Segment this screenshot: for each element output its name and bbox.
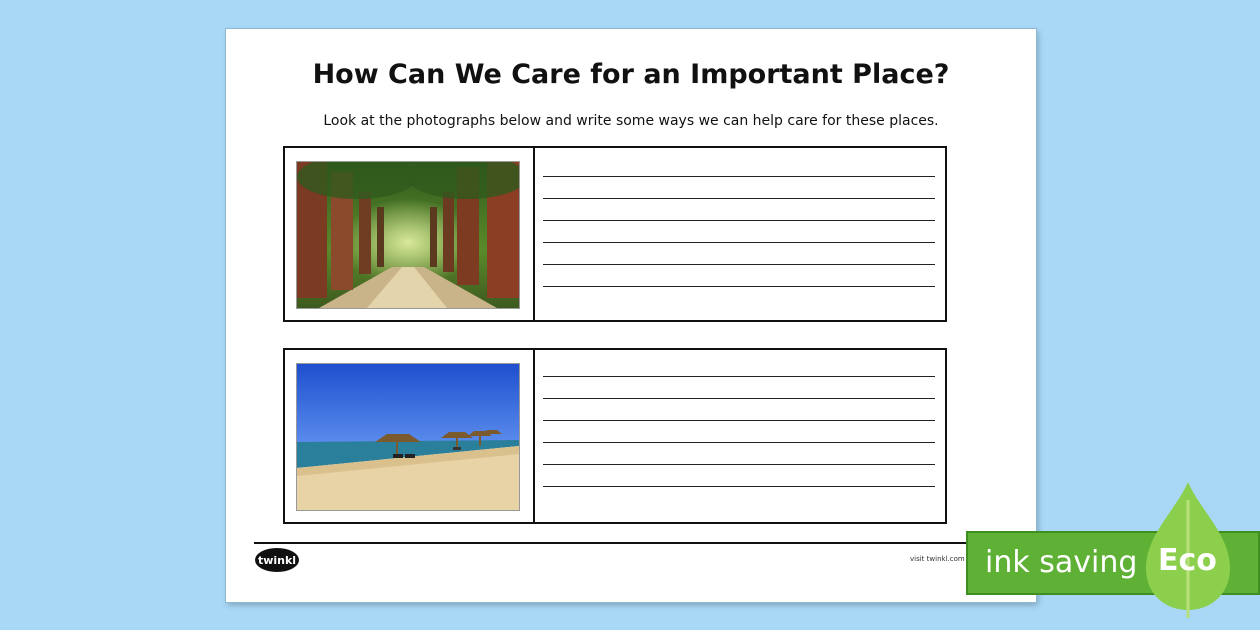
writing-line xyxy=(543,486,935,487)
footer-url[interactable]: visit twinkl.com xyxy=(910,555,965,563)
photo-cell xyxy=(285,350,535,522)
worksheet-instructions: Look at the photographs below and write … xyxy=(323,113,939,129)
beach-photo xyxy=(297,364,519,510)
activity-row-beach xyxy=(283,348,947,524)
writing-line xyxy=(543,286,935,287)
twinkl-logo: twinkl xyxy=(254,547,300,573)
writing-line xyxy=(543,264,935,265)
writing-line xyxy=(543,420,935,421)
eco-label: Eco xyxy=(1158,543,1217,578)
ink-saving-text: ink saving xyxy=(985,545,1138,580)
writing-line xyxy=(543,176,935,177)
writing-line xyxy=(543,376,935,377)
writing-area[interactable] xyxy=(535,350,945,522)
writing-line xyxy=(543,242,935,243)
footer-divider xyxy=(254,542,1008,544)
svg-text:twinkl: twinkl xyxy=(258,554,296,567)
forest-photo xyxy=(297,162,519,308)
activity-row-forest xyxy=(283,146,947,322)
writing-line xyxy=(543,198,935,199)
writing-area[interactable] xyxy=(535,148,945,320)
writing-line xyxy=(543,398,935,399)
photo-cell xyxy=(285,148,535,320)
worksheet-title: How Can We Care for an Important Place? xyxy=(312,59,950,90)
writing-line xyxy=(543,220,935,221)
writing-line xyxy=(543,442,935,443)
worksheet-page: How Can We Care for an Important Place? … xyxy=(226,29,1036,602)
writing-line xyxy=(543,464,935,465)
